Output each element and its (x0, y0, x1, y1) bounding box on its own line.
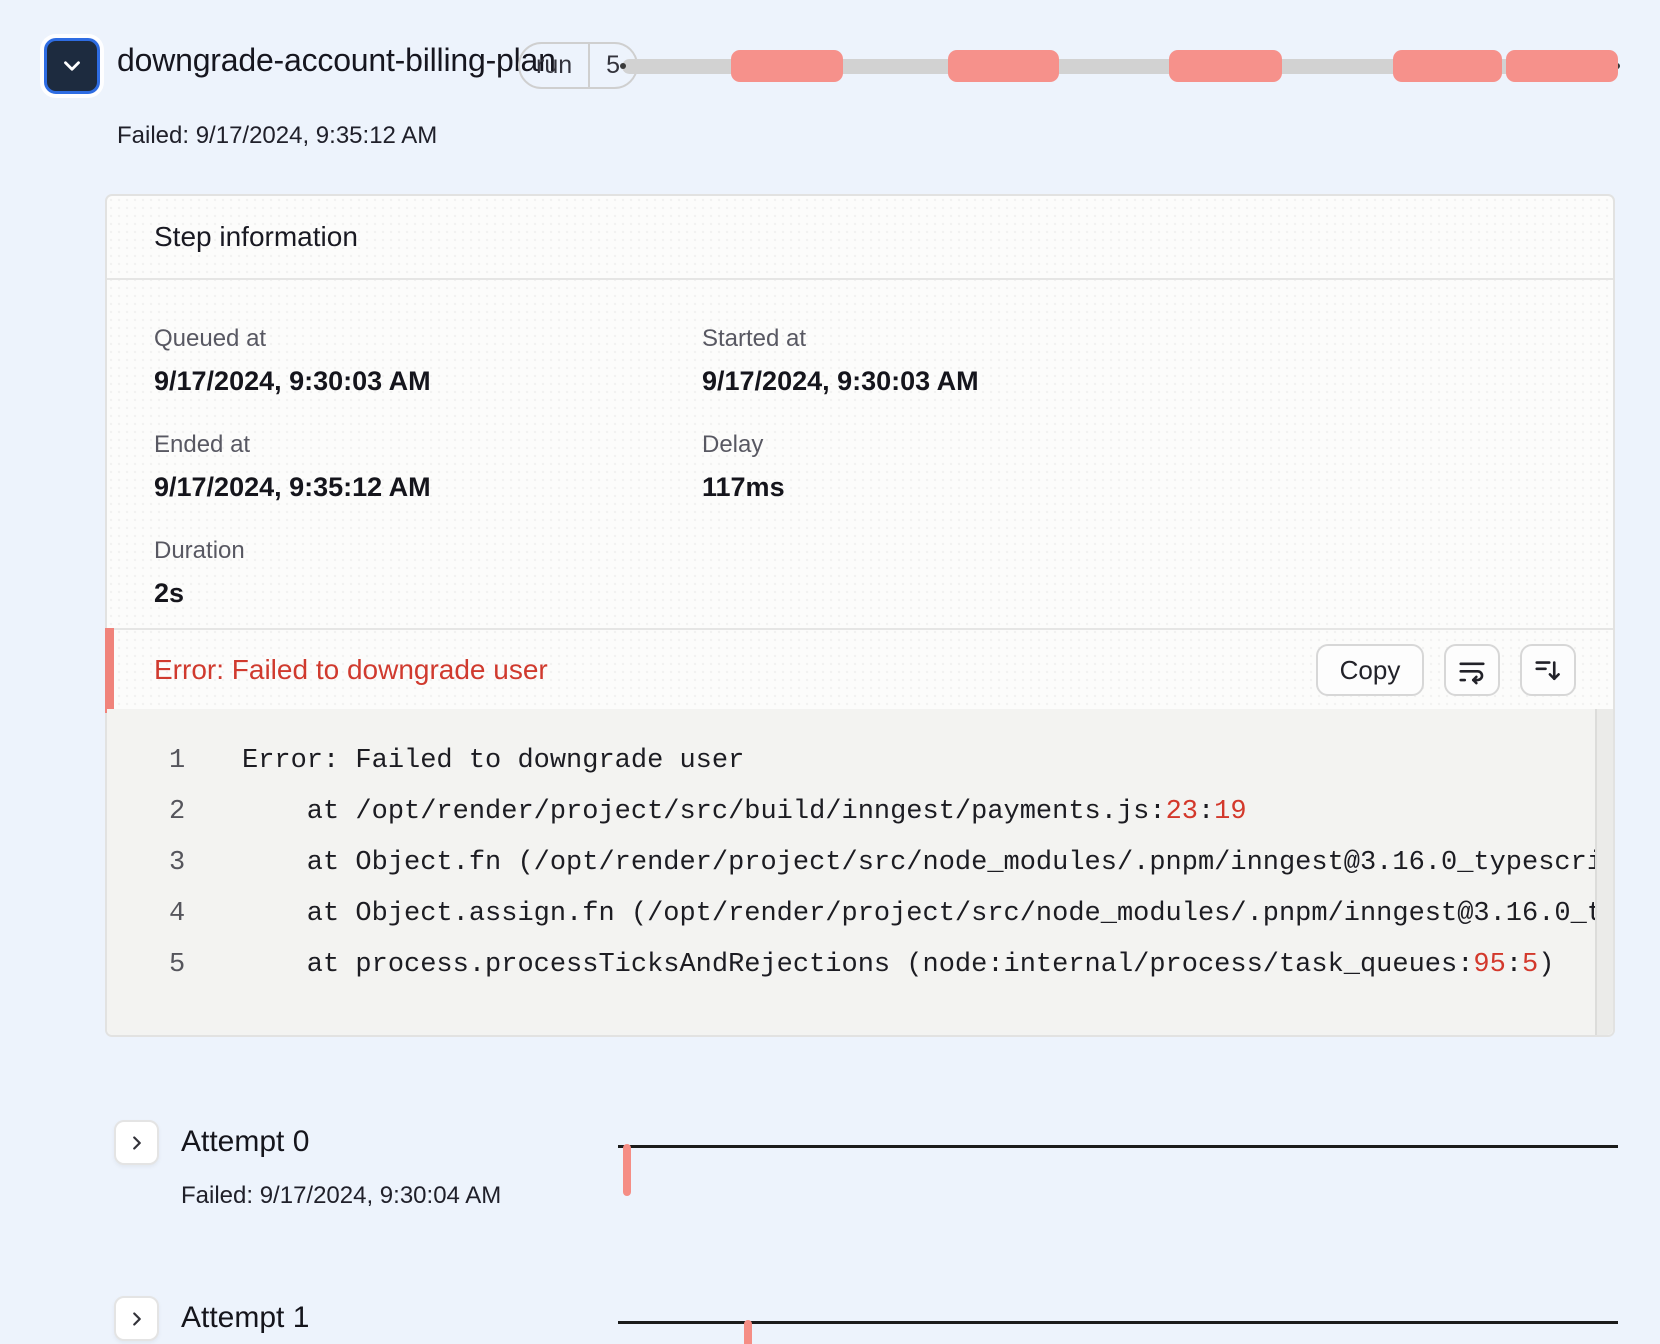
scroll-to-bottom-button[interactable] (1520, 644, 1576, 696)
code-line: 2 at /opt/render/project/src/build/innge… (107, 786, 1613, 837)
error-message: Error: Failed to downgrade user (154, 654, 548, 686)
code-text: at /opt/render/project/src/build/inngest… (242, 797, 1247, 827)
run-status: Failed: 9/17/2024, 9:35:12 AM (117, 122, 437, 150)
code-text: at Object.fn (/opt/render/project/src/no… (242, 848, 1613, 878)
attempt-tick[interactable] (744, 1320, 752, 1344)
field-started-at: Started at 9/17/2024, 9:30:03 AM (702, 324, 979, 398)
attempt-expand-button[interactable] (114, 1296, 159, 1341)
line-number: 3 (107, 848, 242, 878)
field-delay: Delay 117ms (702, 430, 785, 504)
expand-run-button[interactable] (44, 38, 100, 94)
error-accent-bar (105, 628, 114, 713)
attempt-expand-button[interactable] (114, 1120, 159, 1165)
field-duration: Duration 2s (154, 536, 245, 610)
code-scrollbar[interactable] (1595, 709, 1613, 1035)
scroll-to-bottom-icon (1533, 655, 1563, 685)
field-label: Duration (154, 536, 245, 566)
step-info-card: Step information Queued at 9/17/2024, 9:3… (105, 194, 1615, 1037)
attempt-label: Attempt 1 (181, 1301, 309, 1335)
field-value: 9/17/2024, 9:35:12 AM (154, 470, 431, 504)
field-value: 117ms (702, 470, 785, 504)
step-info-title: Step information (154, 221, 358, 253)
timeline-segment[interactable] (1169, 50, 1282, 82)
timeline-segment[interactable] (948, 50, 1059, 82)
run-pill-label: run (520, 44, 588, 87)
line-number: 5 (107, 950, 242, 980)
error-banner: Error: Failed to downgrade user Copy (107, 628, 1613, 709)
stack-trace: 1Error: Failed to downgrade user2 at /op… (107, 709, 1613, 1035)
field-value: 9/17/2024, 9:30:03 AM (702, 364, 979, 398)
field-value: 2s (154, 576, 245, 610)
timeline-start-dot (620, 63, 626, 69)
code-text: at process.processTicksAndRejections (no… (242, 950, 1554, 980)
code-line: 4 at Object.assign.fn (/opt/render/proje… (107, 888, 1613, 939)
step-info-fields: Queued at9/17/2024, 9:30:03 AMStarted at… (107, 280, 1613, 628)
step-info-header: Step information (107, 196, 1613, 280)
field-value: 9/17/2024, 9:30:03 AM (154, 364, 431, 398)
field-label: Queued at (154, 324, 431, 354)
chevron-right-icon (126, 1308, 148, 1330)
run-timeline (622, 40, 1618, 92)
field-queued-at: Queued at 9/17/2024, 9:30:03 AM (154, 324, 431, 398)
timeline-segment[interactable] (731, 50, 843, 82)
field-ended-at: Ended at 9/17/2024, 9:35:12 AM (154, 430, 431, 504)
code-line: 3 at Object.fn (/opt/render/project/src/… (107, 837, 1613, 888)
field-label: Started at (702, 324, 979, 354)
code-line: 5 at process.processTicksAndRejections (… (107, 939, 1613, 990)
code-text: at Object.assign.fn (/opt/render/project… (242, 899, 1613, 929)
line-number: 1 (107, 746, 242, 776)
attempt-timeline-line (618, 1145, 1618, 1148)
field-label: Ended at (154, 430, 431, 460)
chevron-down-icon (59, 53, 85, 79)
wrap-text-icon (1457, 655, 1487, 685)
code-text: Error: Failed to downgrade user (242, 746, 744, 776)
chevron-right-icon (126, 1132, 148, 1154)
error-actions: Copy (1316, 644, 1576, 696)
wrap-text-button[interactable] (1444, 644, 1500, 696)
line-number: 4 (107, 899, 242, 929)
timeline-segment[interactable] (1393, 50, 1502, 82)
copy-button[interactable]: Copy (1316, 644, 1424, 696)
line-number: 2 (107, 797, 242, 827)
attempt-label: Attempt 0 (181, 1125, 309, 1159)
attempt-tick[interactable] (623, 1144, 631, 1196)
attempt-status: Failed: 9/17/2024, 9:30:04 AM (181, 1182, 501, 1210)
attempt-timeline-line (618, 1321, 1618, 1324)
code-line: 1Error: Failed to downgrade user (107, 735, 1613, 786)
timeline-segment[interactable] (1506, 50, 1618, 82)
field-label: Delay (702, 430, 785, 460)
